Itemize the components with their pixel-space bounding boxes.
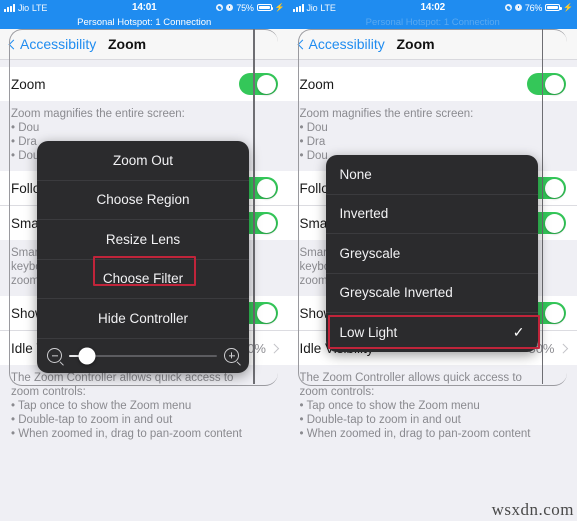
- row-zoom[interactable]: Zoom: [0, 67, 289, 101]
- footer-line-3: • Tap once to show the Zoom menu: [299, 400, 480, 412]
- desc-line-2: • Dou: [299, 122, 328, 134]
- menu-item-hide-controller[interactable]: Hide Controller: [37, 299, 249, 339]
- zoom-out-magnifier-icon[interactable]: [47, 348, 62, 363]
- filter-option-greyscale-inverted-label: Greyscale Inverted: [339, 285, 453, 301]
- zoom-context-menu[interactable]: Zoom Out Choose Region Resize Lens Choos…: [37, 141, 249, 373]
- desc-line-3: • Dra: [299, 136, 326, 148]
- back-to-accessibility-button[interactable]: Accessibility: [0, 36, 96, 52]
- filter-option-inverted-label: Inverted: [339, 206, 389, 222]
- footer-line-5: • When zoomed in, drag to pan-zoom conte…: [299, 428, 531, 440]
- zoom-level-slider-track[interactable]: [69, 347, 217, 364]
- footer-line-4: • Double-tap to zoom in and out: [11, 414, 173, 426]
- zoom-level-slider-row[interactable]: [37, 339, 249, 373]
- filter-option-none-label: None: [339, 166, 372, 182]
- desc-line-2: • Dou: [11, 122, 40, 134]
- right-settings-list-1: Zoom: [288, 67, 577, 101]
- chevron-right-icon: [558, 343, 568, 353]
- follow-focus-toggle-knob: [256, 178, 276, 198]
- clock-label: 14:02: [420, 2, 446, 13]
- right-status-bar: Jio LTE 14:02 76% ⚡: [288, 0, 577, 15]
- show-controller-toggle-knob: [256, 303, 276, 323]
- left-phone-screenshot: Jio LTE 14:01 75% ⚡ Personal Hotspot: 1 …: [0, 0, 289, 521]
- back-to-accessibility-button[interactable]: Accessibility: [289, 36, 385, 52]
- row-zoom[interactable]: Zoom: [288, 67, 577, 101]
- battery-icon: [545, 3, 562, 12]
- filter-option-greyscale[interactable]: Greyscale: [325, 234, 538, 274]
- left-status-bar: Jio LTE 14:01 75% ⚡: [0, 0, 289, 15]
- clock-label: 14:01: [131, 2, 157, 13]
- follow-focus-toggle-knob: [545, 178, 564, 198]
- watermark: wsxdn.com: [491, 500, 574, 519]
- chevron-left-icon: [297, 39, 307, 49]
- alarm-icon: [514, 4, 522, 11]
- right-device-frame-edge: [541, 29, 543, 384]
- smart-typing-toggle-knob: [545, 213, 564, 233]
- right-controller-footer: The Zoom Controller allows quick access …: [288, 365, 577, 449]
- left-section-spacer-top: [0, 60, 289, 67]
- footer-line-2: zoom controls:: [11, 386, 86, 398]
- right-hotspot-banner[interactable]: Personal Hotspot: 1 Connection: [288, 15, 577, 29]
- screenshot-stage: Jio LTE 14:01 75% ⚡ Personal Hotspot: 1 …: [0, 0, 577, 521]
- row-follow-focus-label: Follo: [11, 180, 41, 196]
- row-zoom-label: Zoom: [11, 76, 46, 92]
- left-controller-footer: The Zoom Controller allows quick access …: [0, 365, 289, 449]
- zoom-toggle[interactable]: [238, 73, 278, 95]
- location-icon: [504, 4, 512, 11]
- menu-item-choose-region[interactable]: Choose Region: [37, 181, 249, 220]
- left-hotspot-banner[interactable]: Personal Hotspot: 1 Connection: [0, 15, 289, 29]
- filter-option-greyscale-label: Greyscale: [339, 245, 401, 261]
- menu-item-choose-filter-label: Choose Filter: [102, 271, 184, 287]
- show-controller-toggle-knob: [545, 303, 564, 323]
- menu-item-zoom-out-label: Zoom Out: [112, 152, 174, 168]
- filter-option-greyscale-inverted[interactable]: Greyscale Inverted: [325, 274, 538, 313]
- battery-icon: [256, 3, 274, 12]
- page-title: Zoom: [396, 36, 435, 52]
- zoom-in-magnifier-icon[interactable]: [224, 348, 239, 363]
- row-follow-focus-label: Follo: [299, 180, 329, 196]
- filter-option-low-light-label: Low Light: [339, 324, 398, 340]
- back-button-label: Accessibility: [20, 36, 97, 52]
- checkmark-icon: ✓: [512, 324, 525, 341]
- row-zoom-right: [238, 73, 278, 95]
- row-zoom-label: Zoom: [299, 76, 335, 92]
- menu-item-hide-controller-label: Hide Controller: [97, 310, 189, 326]
- filter-option-inverted[interactable]: Inverted: [325, 195, 538, 234]
- menu-item-resize-lens[interactable]: Resize Lens: [37, 220, 249, 260]
- left-settings-list-1: Zoom: [0, 67, 289, 101]
- left-nav-bar: Accessibility Zoom: [0, 29, 289, 60]
- right-nav-bar: Accessibility Zoom: [288, 29, 577, 60]
- footer-line-2: zoom controls:: [299, 386, 375, 398]
- page-title: Zoom: [108, 36, 147, 52]
- filter-option-none[interactable]: None: [325, 155, 538, 195]
- smart-typing-toggle-knob: [256, 213, 276, 233]
- right-section-spacer-top: [288, 60, 577, 67]
- footer-line-4: • Double-tap to zoom in and out: [299, 414, 461, 426]
- zoom-toggle[interactable]: [527, 73, 566, 95]
- menu-item-resize-lens-label: Resize Lens: [105, 231, 181, 247]
- choose-filter-menu[interactable]: None Inverted Greyscale Greyscale Invert…: [325, 155, 538, 352]
- zoom-level-slider-thumb[interactable]: [78, 347, 96, 364]
- menu-item-choose-region-label: Choose Region: [96, 192, 190, 208]
- desc-line-1: Zoom magnifies the entire screen:: [11, 108, 185, 120]
- footer-line-1: The Zoom Controller allows quick access …: [299, 372, 522, 384]
- zoom-toggle-knob: [545, 74, 564, 94]
- right-phone-screenshot: Jio LTE 14:02 76% ⚡ Personal Hotspot: 1 …: [288, 0, 577, 521]
- back-button-label: Accessibility: [308, 36, 385, 52]
- row-zoom-right: [527, 73, 566, 95]
- footer-line-1: The Zoom Controller allows quick access …: [11, 372, 234, 384]
- zoom-toggle-knob: [256, 74, 276, 94]
- chevron-left-icon: [8, 39, 19, 49]
- chevron-right-icon: [269, 343, 279, 353]
- filter-option-low-light[interactable]: Low Light ✓: [326, 313, 538, 352]
- footer-line-3: • Tap once to show the Zoom menu: [11, 400, 192, 412]
- left-device-frame-edge: [253, 29, 255, 384]
- footer-line-5: • When zoomed in, drag to pan-zoom conte…: [11, 428, 242, 440]
- menu-item-choose-filter[interactable]: Choose Filter: [37, 260, 249, 299]
- menu-item-zoom-out[interactable]: Zoom Out: [37, 141, 249, 181]
- desc-line-1: Zoom magnifies the entire screen:: [299, 108, 474, 120]
